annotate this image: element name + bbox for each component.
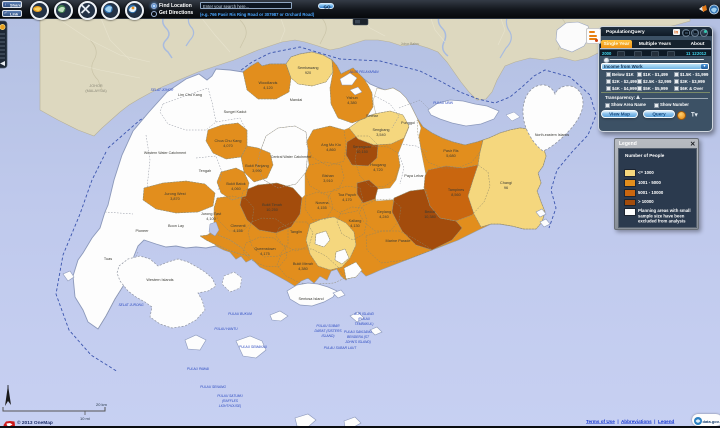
svg-text:Hougang: Hougang (370, 163, 385, 167)
svg-text:96: 96 (504, 186, 508, 190)
svg-text:North-eastern Islands: North-eastern Islands (535, 133, 570, 137)
svg-text:3,870: 3,870 (170, 197, 180, 201)
svg-text:ISLAND): ISLAND) (321, 334, 334, 338)
svg-text:Western Water Catchment: Western Water Catchment (144, 151, 186, 155)
svg-text:4,070: 4,070 (223, 144, 233, 148)
svg-text:AUR ISLAND: AUR ISLAND (353, 312, 374, 316)
svg-text:PULAU UBIN: PULAU UBIN (433, 101, 453, 105)
svg-text:Bukit Merah: Bukit Merah (293, 262, 313, 266)
svg-text:4,100: 4,100 (206, 217, 216, 221)
svg-text:PULAU SENANG: PULAU SENANG (200, 385, 226, 389)
svg-text:Bishan: Bishan (322, 174, 334, 178)
svg-text:Novena: Novena (315, 201, 329, 205)
svg-text:Sembawang: Sembawang (297, 66, 318, 70)
svg-text:4,120: 4,120 (263, 86, 273, 90)
svg-text:920: 920 (305, 71, 311, 75)
svg-text:DARAT (SISTERS: DARAT (SISTERS (314, 329, 342, 333)
svg-text:3,990: 3,990 (252, 169, 262, 173)
svg-text:Tengah: Tengah (199, 169, 211, 173)
svg-text:JOHN'S ISLAND): JOHN'S ISLAND) (344, 340, 371, 344)
svg-text:Changi: Changi (500, 181, 512, 185)
svg-text:3,540: 3,540 (376, 133, 386, 137)
svg-text:4,860: 4,860 (326, 148, 336, 152)
svg-text:Ang Mo Kio: Ang Mo Kio (321, 143, 341, 147)
svg-text:5,680: 5,680 (446, 154, 456, 158)
svg-text:Queenstown: Queenstown (254, 247, 275, 251)
svg-text:PULAU SATUMU: PULAU SATUMU (217, 394, 243, 398)
svg-text:4,155: 4,155 (233, 229, 243, 233)
svg-text:BENDERA (ST: BENDERA (ST (347, 335, 370, 339)
svg-text:Pioneer: Pioneer (135, 229, 149, 233)
svg-text:Sungei Kadut: Sungei Kadut (224, 110, 248, 114)
svg-text:Western Islands: Western Islands (146, 278, 173, 282)
svg-text:Seletar: Seletar (366, 114, 379, 118)
svg-text:Toa Payoh: Toa Payoh (338, 193, 356, 197)
svg-text:Jurong East: Jurong East (201, 212, 222, 216)
svg-text:Lim Chu Kang: Lim Chu Kang (178, 93, 202, 97)
svg-text:Choa Chu Kang: Choa Chu Kang (214, 139, 241, 143)
svg-text:LIGHTHOUSE): LIGHTHOUSE) (219, 404, 242, 408)
svg-text:Tampines: Tampines (448, 188, 464, 192)
svg-text:ALUR PELAYARAN: ALUR PELAYARAN (348, 70, 379, 74)
svg-text:4,240: 4,240 (379, 215, 389, 219)
svg-text:(PULAU: (PULAU (358, 317, 371, 321)
svg-text:PULAU HANTU: PULAU HANTU (214, 327, 238, 331)
svg-text:10,380: 10,380 (424, 215, 436, 219)
svg-text:Johor Bahru: Johor Bahru (401, 42, 420, 46)
svg-text:4,170: 4,170 (342, 198, 352, 202)
svg-text:PULAU BUKUM: PULAU BUKUM (228, 312, 252, 316)
svg-text:Geylang: Geylang (377, 210, 391, 214)
svg-text:Bukit Timah: Bukit Timah (262, 203, 282, 207)
svg-text:Woodlands: Woodlands (259, 81, 278, 85)
svg-text:Bukit Batok: Bukit Batok (226, 182, 245, 186)
svg-text:Bukit Panjang: Bukit Panjang (245, 164, 268, 168)
svg-text:4,130: 4,130 (350, 224, 360, 228)
svg-text:SELAT JURONG: SELAT JURONG (118, 303, 143, 307)
svg-text:Serangoon: Serangoon (353, 145, 372, 149)
svg-text:4,380: 4,380 (298, 267, 308, 271)
svg-text:4,175: 4,175 (260, 252, 270, 256)
svg-text:10 mi: 10 mi (80, 416, 90, 421)
svg-text:4,155: 4,155 (317, 206, 327, 210)
svg-text:Marine Parade: Marine Parade (386, 239, 411, 243)
svg-text:Boon Lay: Boon Lay (168, 224, 184, 228)
svg-text:20 km: 20 km (96, 402, 108, 407)
svg-text:(RAFFLES: (RAFFLES (222, 399, 239, 403)
svg-text:SELAT JOHOR: SELAT JOHOR (151, 88, 174, 92)
svg-text:Tanglin: Tanglin (290, 230, 302, 234)
svg-text:Central Water Catchment: Central Water Catchment (271, 155, 311, 159)
svg-text:10,150: 10,150 (356, 150, 368, 154)
svg-text:TEMBAKUL): TEMBAKUL) (355, 322, 374, 326)
svg-text:PULAU PAWAI: PULAU PAWAI (187, 367, 209, 371)
svg-text:4,060: 4,060 (231, 187, 241, 191)
svg-text:PULAU SUBAR: PULAU SUBAR (316, 324, 340, 328)
svg-text:PULAU SEMAKAU: PULAU SEMAKAU (239, 345, 268, 349)
svg-text:4,380: 4,380 (347, 101, 357, 105)
svg-text:Sentosa Island: Sentosa Island (298, 297, 323, 301)
svg-text:data.gov.sg: data.gov.sg (703, 419, 720, 424)
svg-text:Mandai: Mandai (290, 98, 303, 102)
svg-text:3,910: 3,910 (323, 179, 333, 183)
svg-text:8,560: 8,560 (451, 193, 461, 197)
svg-text:4,720: 4,720 (373, 168, 383, 172)
svg-text:JOHOR: JOHOR (89, 84, 103, 88)
svg-text:Yishun: Yishun (346, 96, 357, 100)
svg-text:Jurong West: Jurong West (164, 192, 186, 196)
svg-text:PULAU SUBAR LAUT: PULAU SUBAR LAUT (324, 346, 358, 350)
svg-text:PULAU SAKIJANG: PULAU SAKIJANG (344, 330, 373, 334)
svg-text:Tuas: Tuas (104, 257, 112, 261)
svg-text:Sengkang: Sengkang (372, 128, 389, 132)
svg-text:Bedok: Bedok (425, 210, 436, 214)
svg-text:Punggol: Punggol (401, 121, 415, 125)
svg-text:Paya Lebar: Paya Lebar (404, 174, 424, 178)
svg-text:10,250: 10,250 (266, 208, 278, 212)
svg-text:Clementi: Clementi (231, 224, 246, 228)
svg-text:Kallang: Kallang (349, 219, 362, 223)
svg-text:Pasir Ris: Pasir Ris (443, 149, 458, 153)
svg-text:(MALAYSIA): (MALAYSIA) (85, 89, 107, 93)
